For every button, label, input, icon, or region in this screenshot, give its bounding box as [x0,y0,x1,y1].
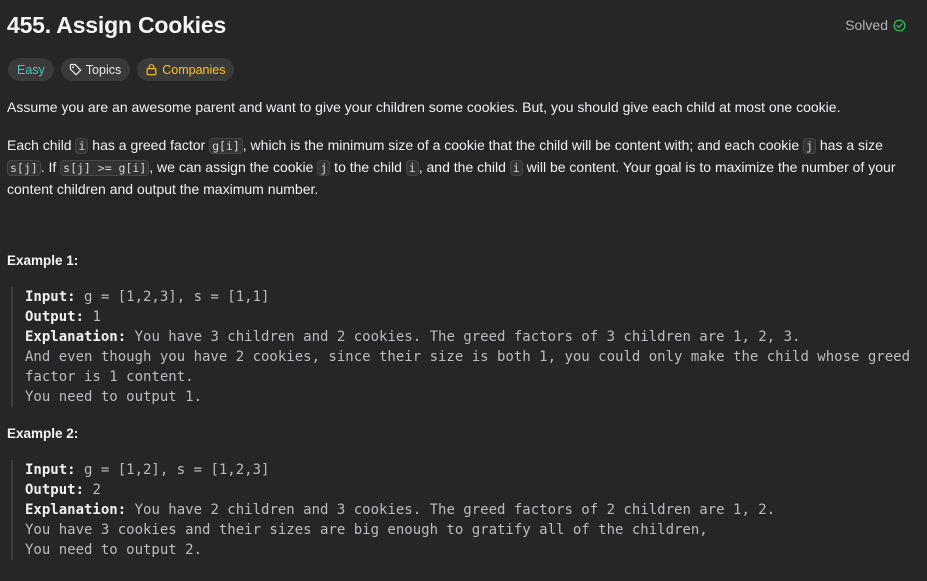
example-2-block: Input: g = [1,2], s = [1,2,3] Output: 2 Ex… [11,460,915,560]
input-label: Input: [25,462,76,478]
inline-code-s-j: s[j] [7,160,41,176]
problem-title: 455. Assign Cookies [7,12,227,38]
desc-text: has a size [815,137,883,153]
desc-text: has a greed factor [88,137,210,153]
desc-text: Each child [7,137,76,153]
inline-code-j: j [317,160,331,176]
topics-button[interactable]: Topics [60,58,131,81]
explanation-text: You need to output 1. [25,389,203,405]
companies-button[interactable]: Companies [137,58,235,81]
desc-text: . If [40,159,61,175]
explanation-text: You have 3 children and 2 cookies. The g… [126,329,801,345]
topics-label: Topics [85,62,122,77]
example-input-line: Input: g = [1,2], s = [1,2,3] [25,460,915,480]
inline-code-condition: s[j] >= g[i] [60,160,150,176]
lock-icon [145,63,158,76]
output-value: 1 [84,309,101,325]
desc-text: , and the child [418,159,510,175]
desc-text: , we can assign the cookie [149,159,318,175]
tag-row: Easy Topics Companies [8,58,235,81]
desc-text: to the child [330,159,406,175]
solved-status: Solved [845,17,906,33]
difficulty-badge[interactable]: Easy [8,58,54,81]
output-label: Output: [25,482,85,498]
output-value: 2 [84,482,101,498]
description-paragraph-2: Each child i has a greed factor g[i], wh… [7,135,912,200]
desc-text: , which is the minimum size of a cookie … [242,137,804,153]
explanation-text: And even though you have 2 cookies, sinc… [25,349,919,385]
difficulty-label: Easy [17,62,45,77]
example-input-line: Input: g = [1,2,3], s = [1,1] [25,287,915,307]
inline-code-g-i: g[i] [209,138,243,154]
explanation-label: Explanation: [25,502,127,518]
inline-code-i: i [75,138,89,154]
explanation-text: You need to output 2. [25,542,203,558]
companies-label: Companies [162,62,226,77]
inline-code-i: i [509,160,523,176]
input-value: g = [1,2], s = [1,2,3] [75,462,270,478]
output-label: Output: [25,309,85,325]
example-1-title: Example 1: [7,253,79,268]
input-value: g = [1,2,3], s = [1,1] [75,289,270,305]
solved-label: Solved [845,17,888,33]
inline-code-i: i [405,160,419,176]
explanation-text: You have 3 cookies and their sizes are b… [25,522,708,538]
example-output-line: Output: 1 [25,307,915,327]
example-1-block: Input: g = [1,2,3], s = [1,1] Output: 1 Ex… [11,287,915,407]
tag-icon [69,63,82,76]
explanation-text: You have 2 children and 3 cookies. The g… [126,502,776,518]
example-explanation: Explanation: You have 2 children and 3 c… [25,500,915,520]
check-circle-icon [893,18,906,32]
example-output-line: Output: 2 [25,480,915,500]
example-2-title: Example 2: [7,426,79,441]
explanation-label: Explanation: [25,329,127,345]
input-label: Input: [25,289,76,305]
inline-code-j: j [803,138,816,154]
example-explanation: Explanation: You have 3 children and 2 c… [25,327,915,347]
description-paragraph-1: Assume you are an awesome parent and wan… [7,99,841,115]
